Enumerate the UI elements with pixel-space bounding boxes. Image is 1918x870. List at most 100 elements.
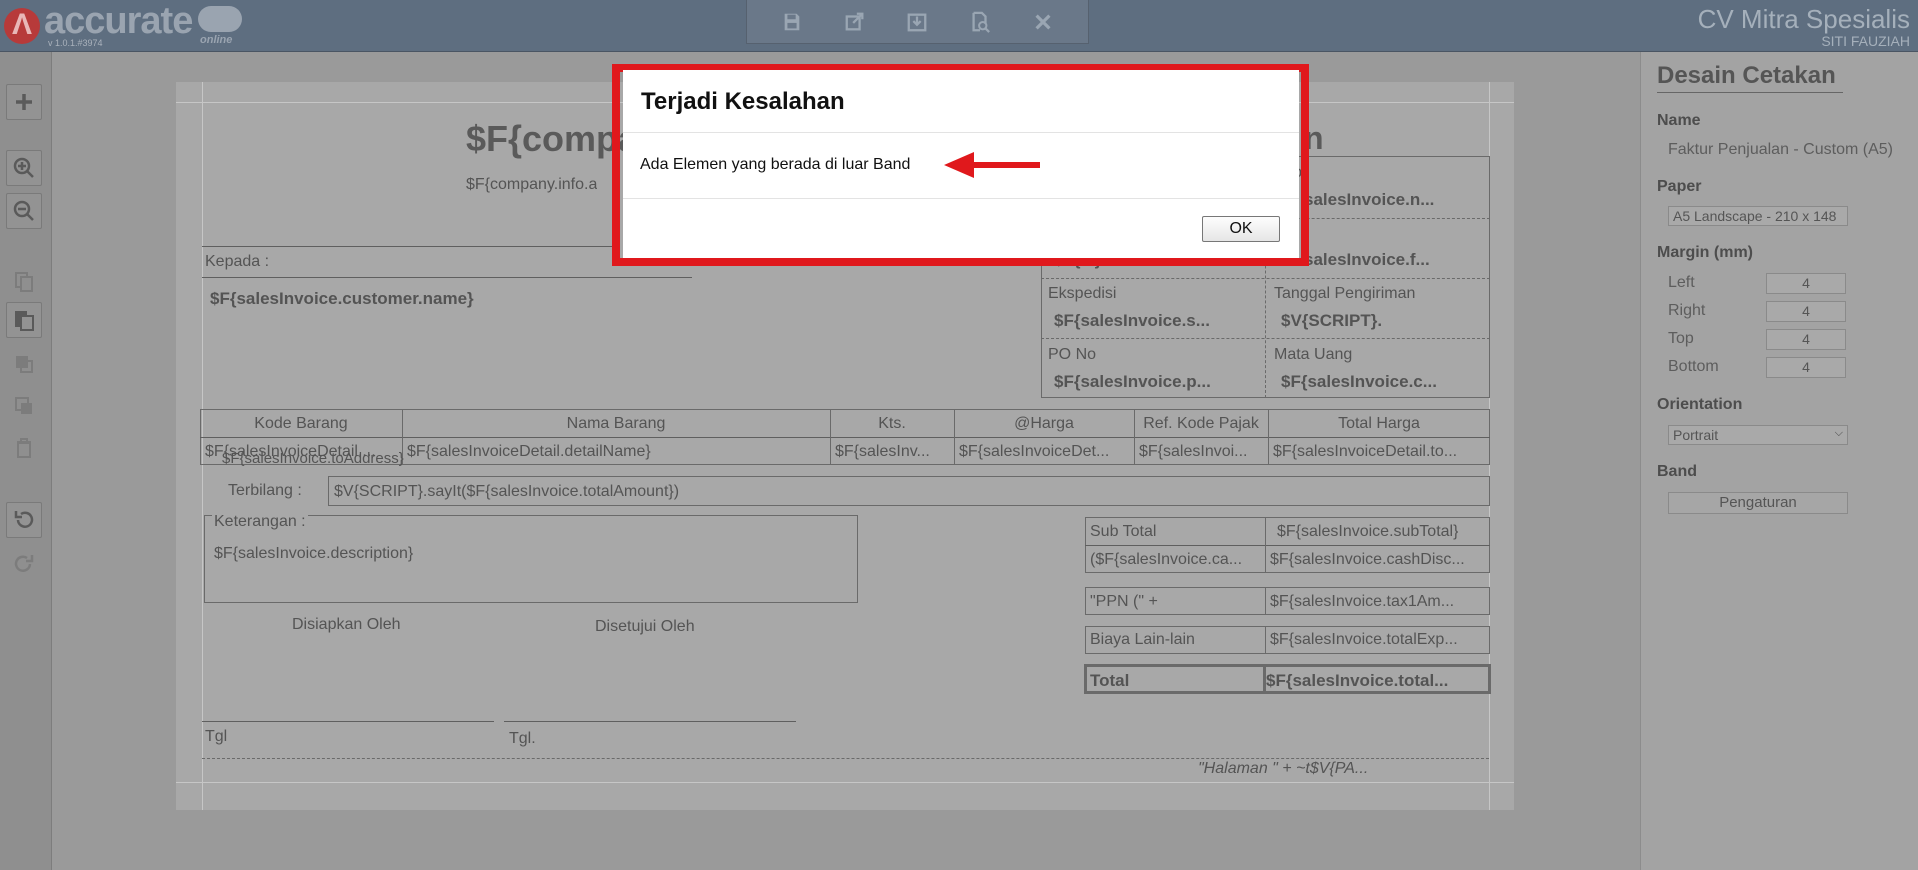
- to-address-field[interactable]: $F{salesInvoice.toAddress}: [222, 450, 404, 467]
- dialog-title-separator: [623, 132, 1299, 133]
- logo-word: accurate: [44, 0, 193, 42]
- ppn-col-line: [1265, 587, 1266, 615]
- paper-select[interactable]: A5 Landscape - 210 x 148: [1668, 206, 1848, 226]
- undo-icon: [14, 511, 34, 528]
- zoom-out-button[interactable]: [6, 193, 42, 229]
- chevron-down-icon: ⌵: [1834, 427, 1843, 439]
- discount-field[interactable]: $F{salesInvoice.cashDisc...: [1270, 551, 1488, 569]
- cell-nama[interactable]: $F{salesInvoiceDetail.detailName}: [407, 443, 827, 461]
- band-settings-button[interactable]: Pengaturan: [1668, 492, 1848, 514]
- preview-button[interactable]: [965, 7, 995, 37]
- add-element-button[interactable]: [6, 84, 42, 120]
- import-button[interactable]: [902, 7, 932, 37]
- send-back-button[interactable]: [6, 388, 42, 424]
- user-name: SITI FAUZIAH: [1821, 33, 1910, 49]
- biaya-col-line: [1265, 626, 1266, 654]
- po-no-field[interactable]: $F{salesInvoice.p...: [1054, 372, 1211, 392]
- mata-uang-field[interactable]: $F{salesInvoice.c...: [1281, 372, 1437, 392]
- nomor-field[interactable]: salesInvoice.n...: [1304, 190, 1434, 210]
- close-icon: [1035, 13, 1051, 30]
- redo-button[interactable]: [6, 546, 42, 582]
- col-header-total: Total Harga: [1338, 415, 1420, 432]
- ppn-field[interactable]: $F{salesInvoice.tax1Am...: [1270, 593, 1488, 611]
- grid-divider-row3: [1041, 338, 1490, 339]
- page-footer-band-line: [202, 758, 1489, 759]
- panel-title: Desain Cetakan: [1657, 62, 1843, 93]
- cell-total[interactable]: $F{salesInvoiceDetail.to...: [1273, 443, 1487, 461]
- ekspedisi-field[interactable]: $F{salesInvoice.s...: [1054, 311, 1210, 331]
- export-button[interactable]: [840, 7, 870, 37]
- company-info-field[interactable]: $F{company.info.a: [466, 176, 597, 194]
- logo-cloud-icon: [198, 6, 242, 32]
- ppn-label-field[interactable]: "PPN (" +: [1090, 593, 1158, 611]
- undo-button[interactable]: [6, 502, 42, 538]
- total-field[interactable]: $F{salesInvoice.total...: [1266, 671, 1488, 691]
- disetujui-label: Disetujui Oleh: [595, 618, 695, 635]
- kepada-underline: [202, 277, 692, 278]
- page-number-field[interactable]: "Halaman " + ~t$V{PA...: [1198, 760, 1368, 778]
- save-icon: [784, 13, 800, 30]
- margin-right-input[interactable]: 4: [1766, 301, 1846, 322]
- margin-bottom-label: Bottom: [1668, 358, 1719, 375]
- col-header-harga: @Harga: [1014, 415, 1074, 432]
- tgl-1-label: Tgl: [205, 728, 228, 745]
- tanggal-pengiriman-field[interactable]: $V{SCRIPT}.: [1281, 311, 1382, 331]
- bring-front-button[interactable]: [6, 346, 42, 382]
- mata-uang-label: Mata Uang: [1274, 346, 1353, 363]
- margin-bottom-input[interactable]: 4: [1766, 357, 1846, 378]
- delete-button[interactable]: [6, 430, 42, 466]
- preview-icon: [972, 11, 991, 33]
- zoom-in-button[interactable]: [6, 150, 42, 186]
- design-toolbar: [746, 0, 1089, 44]
- dialog-title: Terjadi Kesalahan: [641, 88, 845, 115]
- customer-name-field[interactable]: $F{salesInvoice.customer.name}: [210, 289, 474, 309]
- kepada-top-line: [202, 246, 620, 247]
- tanggal-pengiriman-label: Tanggal Pengiriman: [1274, 285, 1416, 302]
- col-header-nama: Nama Barang: [566, 415, 666, 432]
- save-button[interactable]: [777, 7, 807, 37]
- cell-harga[interactable]: $F{salesInvoiceDet...: [959, 443, 1131, 461]
- tanggal-field[interactable]: salesInvoice.f...: [1304, 250, 1430, 270]
- signature-line-2: [504, 721, 796, 722]
- biaya-label: Biaya Lain-lain: [1090, 631, 1195, 648]
- cell-ref-pajak[interactable]: $F{salesInvoi...: [1139, 443, 1265, 461]
- paste-icon: [15, 311, 34, 331]
- subtotal-label: Sub Total: [1090, 523, 1157, 540]
- margin-left-input[interactable]: 4: [1766, 273, 1846, 294]
- biaya-field[interactable]: $F{salesInvoice.totalExp...: [1270, 631, 1488, 649]
- margin-right-label: Right: [1668, 302, 1706, 319]
- subtotal-field[interactable]: $F{salesInvoice.subTotal}: [1277, 523, 1458, 541]
- logo-mark-icon: Λ: [4, 8, 40, 44]
- margin-label: Margin (mm): [1657, 244, 1753, 261]
- name-label: Name: [1657, 112, 1701, 129]
- paper-select-value: A5 Landscape - 210 x 148: [1673, 208, 1837, 224]
- col-header-ref-pajak: Ref. Kode Pajak: [1143, 415, 1259, 432]
- ok-button[interactable]: OK: [1202, 216, 1280, 242]
- cell-kts[interactable]: $F{salesInv...: [835, 443, 951, 461]
- col-header-kts: Kts.: [878, 415, 906, 432]
- signature-line-1: [202, 721, 494, 722]
- keterangan-field[interactable]: $F{salesInvoice.description}: [214, 545, 413, 563]
- band-label: Band: [1657, 463, 1697, 480]
- orientation-select[interactable]: Portrait ⌵: [1668, 425, 1848, 445]
- send-back-icon: [15, 397, 32, 414]
- discount-label-field[interactable]: ($F{salesInvoice.ca...: [1090, 551, 1262, 569]
- company-name: CV Mitra Spesialis: [1697, 4, 1910, 34]
- orientation-label: Orientation: [1657, 396, 1743, 413]
- subtotal-row-line: [1085, 545, 1490, 546]
- terbilang-label: Terbilang :: [228, 482, 302, 499]
- copy-button[interactable]: [6, 264, 42, 300]
- terbilang-field[interactable]: $V{SCRIPT}.sayIt($F{salesInvoice.totalAm…: [334, 483, 679, 501]
- name-value: Faktur Penjualan - Custom (A5): [1668, 141, 1893, 158]
- paste-button[interactable]: [6, 302, 42, 338]
- add-icon: [16, 94, 32, 110]
- orientation-select-value: Portrait: [1673, 427, 1719, 443]
- close-design-button[interactable]: [1028, 7, 1058, 37]
- import-icon: [908, 13, 927, 31]
- margin-top-input[interactable]: 4: [1766, 329, 1846, 350]
- dialog-footer-separator: [623, 198, 1299, 199]
- annotation-arrow-icon: [944, 152, 1040, 178]
- zoom-in-icon: [13, 157, 34, 178]
- total-label: Total: [1090, 671, 1130, 690]
- left-toolbar: [0, 52, 52, 870]
